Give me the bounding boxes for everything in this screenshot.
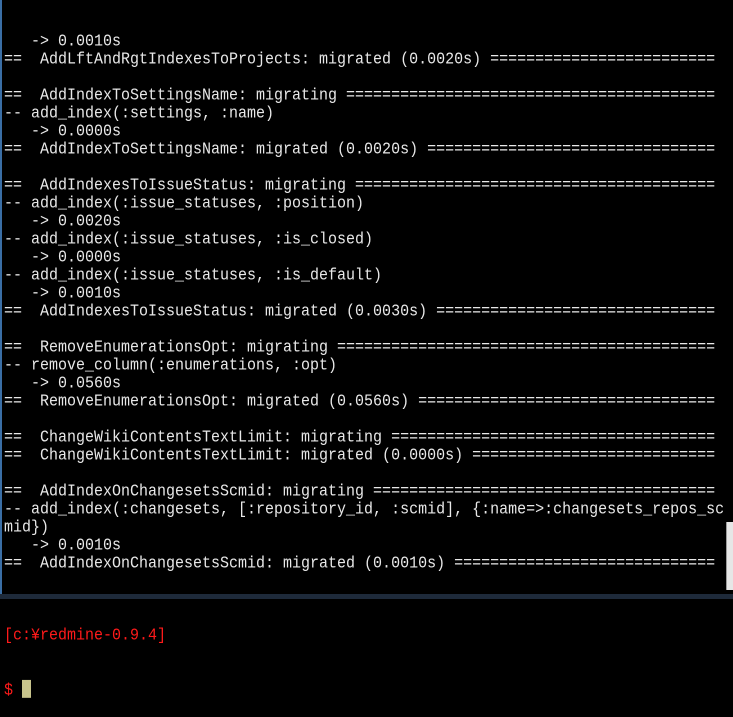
text-cursor [22,679,32,698]
taskbar-edge [0,594,733,599]
prompt-line[interactable]: $ [4,679,724,701]
prompt-path: [c:¥redmine-0.9.4] [4,625,167,645]
terminal-lines: -> 0.0010s == AddLftAndRgtIndexesToProjec… [4,32,724,592]
terminal-output[interactable]: -> 0.0010s == AddLftAndRgtIndexesToProjec… [4,0,724,717]
window-border [0,0,2,599]
scrollbar-track[interactable] [726,0,733,594]
prompt-symbol: $ [4,681,14,701]
scrollbar-thumb[interactable] [726,522,733,590]
